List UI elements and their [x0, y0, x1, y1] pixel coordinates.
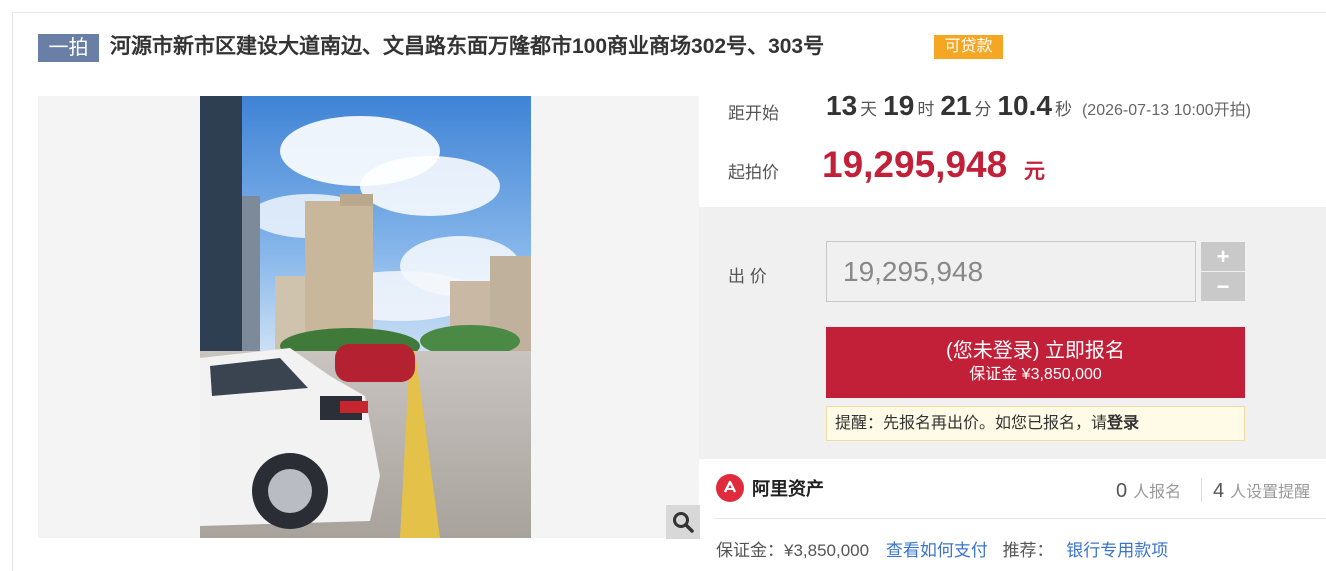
deposit-info: 保证金：¥3,850,000 查看如何支付 推荐： 银行专用款项 [716, 536, 1168, 561]
starting-price-label: 起拍价 [728, 163, 779, 182]
countdown-hours: 19 [883, 90, 915, 121]
image-gallery [38, 96, 699, 538]
decrease-bid-button[interactable]: − [1201, 272, 1245, 301]
countdown-days: 13 [826, 90, 858, 121]
signup-button[interactable]: (您未登录) 立即报名 保证金 ¥3,850,000 [826, 327, 1245, 398]
countdown-days-unit: 天 [860, 100, 878, 119]
countdown-timer: 13 天 19 时 21 分 10.4 秒 (2026-07-13 10:00开拍) [826, 86, 1251, 131]
signup-button-label: (您未登录) 立即报名 [946, 340, 1125, 362]
countdown-minutes: 21 [940, 90, 972, 121]
countdown-minutes-unit: 分 [974, 100, 992, 119]
footer-divider [714, 518, 1326, 519]
starting-price: 19,295,948 [822, 144, 1008, 185]
bid-amount-input[interactable] [826, 241, 1196, 302]
recommend-label: 推荐： [1002, 541, 1054, 560]
ali-assets-logo: 阿里资产 [716, 474, 824, 502]
stats-divider [1201, 478, 1202, 502]
countdown-seconds-unit: 秒 [1054, 100, 1072, 119]
price-unit: 元 [1024, 160, 1045, 183]
reminder-count-number: 4 [1213, 480, 1225, 502]
reminder-count: 4 人设置提醒 [1213, 478, 1310, 503]
auction-start-time: (2026-07-13 10:00开拍) [1081, 102, 1251, 119]
magnifier-icon [673, 512, 694, 533]
zoom-button[interactable] [666, 505, 700, 539]
signup-notice: 提醒：先报名再出价。如您已报名，请登录 [826, 406, 1245, 441]
login-link[interactable]: 登录 [1107, 415, 1139, 432]
notice-text: 提醒：先报名再出价。如您已报名，请 [835, 415, 1108, 432]
bid-label: 出 价 [728, 267, 767, 286]
countdown-label: 距开始 [728, 104, 779, 123]
loan-badge: 可贷款 [934, 35, 1003, 59]
property-photo-illustration [200, 96, 531, 538]
property-photo[interactable] [200, 96, 531, 538]
signup-count-number: 0 [1116, 480, 1128, 502]
signup-count: 0 人报名 [1116, 478, 1181, 503]
ali-logo-text: 阿里资产 [752, 479, 824, 499]
signup-deposit: 保证金 ¥3,850,000 [969, 366, 1102, 383]
ali-logo-icon [716, 474, 744, 502]
page-title: 河源市新市区建设大道南边、文昌路东面万隆都市100商业商场302号、303号 [110, 35, 825, 58]
deposit-text: 保证金：¥3,850,000 [716, 541, 870, 560]
how-to-pay-link[interactable]: 查看如何支付 [886, 541, 988, 560]
reminder-count-label: 人设置提醒 [1230, 484, 1311, 501]
auction-round-badge: 一拍 [38, 34, 99, 62]
countdown-seconds: 10.4 [997, 90, 1052, 121]
countdown-hours-unit: 时 [917, 100, 935, 119]
increase-bid-button[interactable]: + [1201, 242, 1245, 271]
bank-payment-link[interactable]: 银行专用款项 [1066, 541, 1168, 560]
signup-count-label: 人报名 [1133, 484, 1182, 501]
